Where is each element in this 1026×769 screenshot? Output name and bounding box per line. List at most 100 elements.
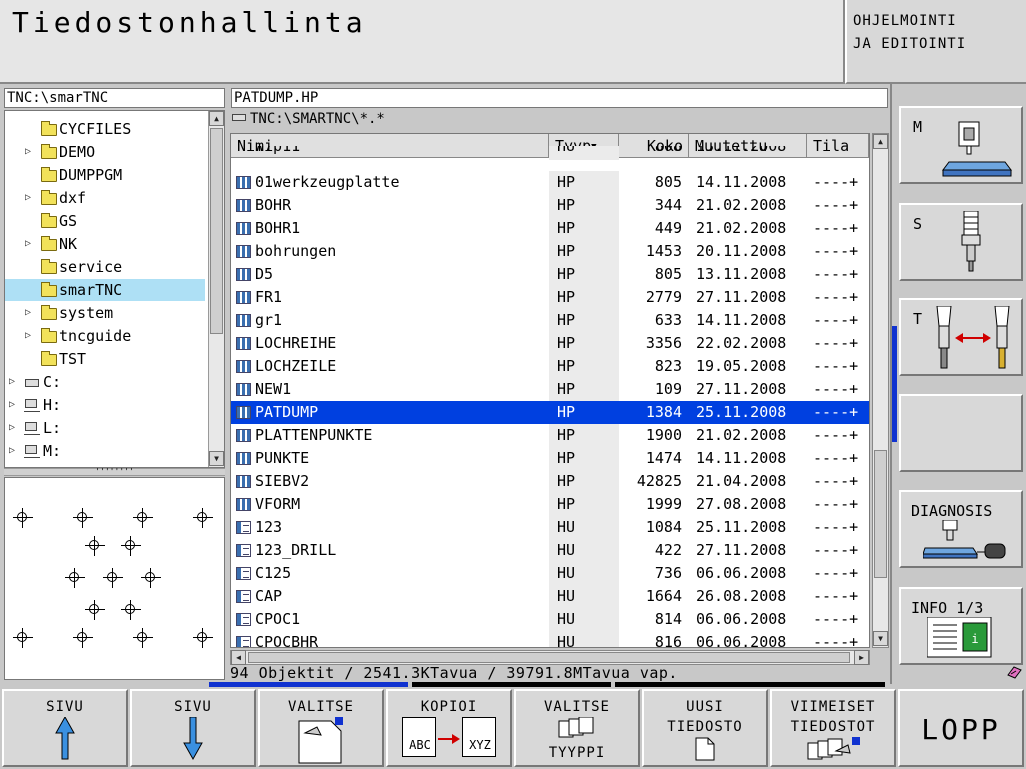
file-row[interactable]: BOHR1 HP 449 21.02.2008 ----+ [231, 217, 869, 240]
file-scroll-down-icon[interactable]: ▼ [873, 631, 888, 646]
file-row[interactable]: PLATTENPUNKTE HP 1900 21.02.2008 ----+ [231, 424, 869, 447]
machine-mode-s-button[interactable]: S [899, 203, 1023, 281]
selected-file-name[interactable]: PATDUMP.HP [231, 88, 888, 108]
tree-item[interactable]: service [5, 256, 205, 278]
tree-item[interactable]: ▷ tncguide [5, 325, 205, 347]
drive-icon [25, 379, 39, 387]
file-row[interactable]: 123 HU 1084 25.11.2008 ----+ [231, 516, 869, 539]
expand-icon[interactable]: ▷ [7, 394, 17, 416]
expand-icon[interactable]: ▷ [23, 187, 33, 209]
select-type-button[interactable]: VALITSE TYYPPI [514, 689, 640, 767]
file-row[interactable]: 01werkzeugplatte HP 805 14.11.2008 ----+ [231, 171, 869, 194]
file-name: W7p11 [255, 146, 301, 155]
tree-item[interactable]: ▷ L: [5, 417, 205, 439]
file-row[interactable]: D5 HP 805 13.11.2008 ----+ [231, 263, 869, 286]
expand-icon[interactable]: ▷ [7, 371, 17, 393]
expand-icon[interactable]: ▷ [7, 440, 17, 462]
tree-scroll-thumb[interactable] [210, 128, 223, 334]
file-status: ----+ [813, 426, 859, 444]
file-row[interactable]: bohrungen HP 1453 20.11.2008 ----+ [231, 240, 869, 263]
info-button[interactable]: INFO 1/3 i [899, 587, 1023, 665]
tree-item[interactable]: ▷ M: [5, 440, 205, 462]
file-row[interactable]: gr1 HP 633 14.11.2008 ----+ [231, 309, 869, 332]
tree-item[interactable]: ▷ system [5, 302, 205, 324]
panel-splitter[interactable]: '''''''' [4, 468, 225, 476]
directory-tree[interactable]: ▷ M: ▷ L: ▷ H: ▷ C: TST ▷ tncguide ▷ system smarTNC se… [4, 110, 225, 468]
tree-item[interactable]: ▷ dxf [5, 187, 205, 209]
pattern-file-icon [236, 383, 251, 396]
file-row[interactable]: SIEBV2 HP 42825 21.04.2008 ----+ [231, 470, 869, 493]
diagnosis-button[interactable]: DIAGNOSIS [899, 490, 1023, 568]
file-scroll-thumb[interactable] [874, 450, 887, 578]
expand-icon[interactable]: ▷ [23, 233, 33, 255]
empty-softkey[interactable] [899, 394, 1023, 472]
tree-item[interactable]: smarTNC [5, 279, 205, 301]
file-list[interactable]: Nimi Tyyp▼ Koko Muutettu Tila W7p11 HU 8… [230, 133, 870, 648]
operating-mode-indicator: OHJELMOINTI JA EDITOINTI [845, 0, 1026, 84]
file-row[interactable]: CPOC1 HU 814 06.06.2008 ----+ [231, 608, 869, 631]
file-size: 2779 [645, 288, 682, 306]
file-status: ----+ [813, 196, 859, 214]
file-hscroll-thumb[interactable] [248, 652, 850, 663]
copy-arrow-icon [438, 734, 460, 744]
machine-mode-t-button[interactable]: T [899, 298, 1023, 376]
file-name: LOCHZEILE [255, 357, 337, 375]
recent-files-button[interactable]: VIIMEISET TIEDOSTOT [770, 689, 896, 767]
machine-mode-m-button[interactable]: M [899, 106, 1023, 184]
file-row[interactable]: LOCHREIHE HP 3356 22.02.2008 ----+ [231, 332, 869, 355]
file-row[interactable]: VFORM HP 1999 27.08.2008 ----+ [231, 493, 869, 516]
copy-button[interactable]: KOPIOI ABC XYZ [386, 689, 512, 767]
page-up-button[interactable]: SIVU [2, 689, 128, 767]
tree-item[interactable]: DUMPPGM [5, 164, 205, 186]
file-row[interactable]: CPOCBHR HU 816 06.06.2008 ----+ [231, 631, 869, 647]
expand-icon[interactable]: ▷ [23, 325, 33, 347]
select-type-label-1: VALITSE [543, 699, 610, 715]
app-title: Tiedostonhallinta [12, 6, 367, 39]
file-list-scrollbar[interactable]: ▲ ▼ [872, 133, 889, 648]
expand-icon[interactable]: ▷ [7, 417, 17, 439]
file-row[interactable]: PATDUMP HP 1384 25.11.2008 ----+ [231, 401, 869, 424]
hole-icon [73, 508, 93, 528]
file-row[interactable]: PUNKTE HP 1474 14.11.2008 ----+ [231, 447, 869, 470]
tree-scrollbar[interactable]: ▲ ▼ [208, 111, 224, 467]
select-button[interactable]: VALITSE [258, 689, 384, 767]
tree-item[interactable]: ▷ C: [5, 371, 205, 393]
scroll-left-icon[interactable]: ◀ [231, 650, 246, 665]
network-drive-icon [24, 422, 40, 435]
file-scroll-up-icon[interactable]: ▲ [873, 134, 888, 149]
file-row[interactable]: FR1 HP 2779 27.11.2008 ----+ [231, 286, 869, 309]
file-row[interactable]: 123_DRILL HU 422 27.11.2008 ----+ [231, 539, 869, 562]
tree-scroll-down-icon[interactable]: ▼ [209, 451, 224, 466]
tree-item[interactable]: ▷ NK [5, 233, 205, 255]
tree-scroll-up-icon[interactable]: ▲ [209, 111, 224, 126]
tree-item[interactable]: ▷ DEMO [5, 141, 205, 163]
arrow-down-icon [183, 716, 203, 761]
file-size: 1384 [645, 403, 682, 421]
file-row[interactable]: CAP HU 1664 26.08.2008 ----+ [231, 585, 869, 608]
file-date: 27.11.2008 [696, 288, 787, 306]
file-list-hscrollbar[interactable]: ◀ ▶ [230, 650, 870, 665]
file-row[interactable]: BOHR HP 344 21.02.2008 ----+ [231, 194, 869, 217]
tree-item[interactable]: TST [5, 348, 205, 370]
file-size: 736 [654, 564, 682, 582]
file-date: 27.11.2008 [696, 541, 787, 559]
expand-icon[interactable]: ▷ [23, 302, 33, 324]
tree-item-label: DUMPPGM [59, 166, 123, 184]
scroll-right-icon[interactable]: ▶ [854, 650, 869, 665]
file-row[interactable]: LOCHZEILE HP 823 19.05.2008 ----+ [231, 355, 869, 378]
file-name: 123 [255, 518, 283, 536]
file-name: D5 [255, 265, 274, 283]
file-date: 25.11.2008 [696, 403, 787, 421]
end-button[interactable]: LOPP [898, 689, 1024, 767]
tree-item[interactable]: GS [5, 210, 205, 232]
hole-icon [133, 508, 153, 528]
file-row[interactable]: C125 HU 736 06.06.2008 ----+ [231, 562, 869, 585]
partial-file-row[interactable]: W7p11 HU 808 13.11.2008 [231, 146, 869, 160]
new-file-button[interactable]: UUSI TIEDOSTO [642, 689, 768, 767]
expand-icon[interactable]: ▷ [23, 141, 33, 163]
tree-item[interactable]: CYCFILES [5, 118, 205, 140]
page-down-button[interactable]: SIVU [130, 689, 256, 767]
file-row[interactable]: NEW1 HP 109 27.11.2008 ----+ [231, 378, 869, 401]
tree-item[interactable]: ▷ H: [5, 394, 205, 416]
file-name: C125 [255, 564, 292, 582]
